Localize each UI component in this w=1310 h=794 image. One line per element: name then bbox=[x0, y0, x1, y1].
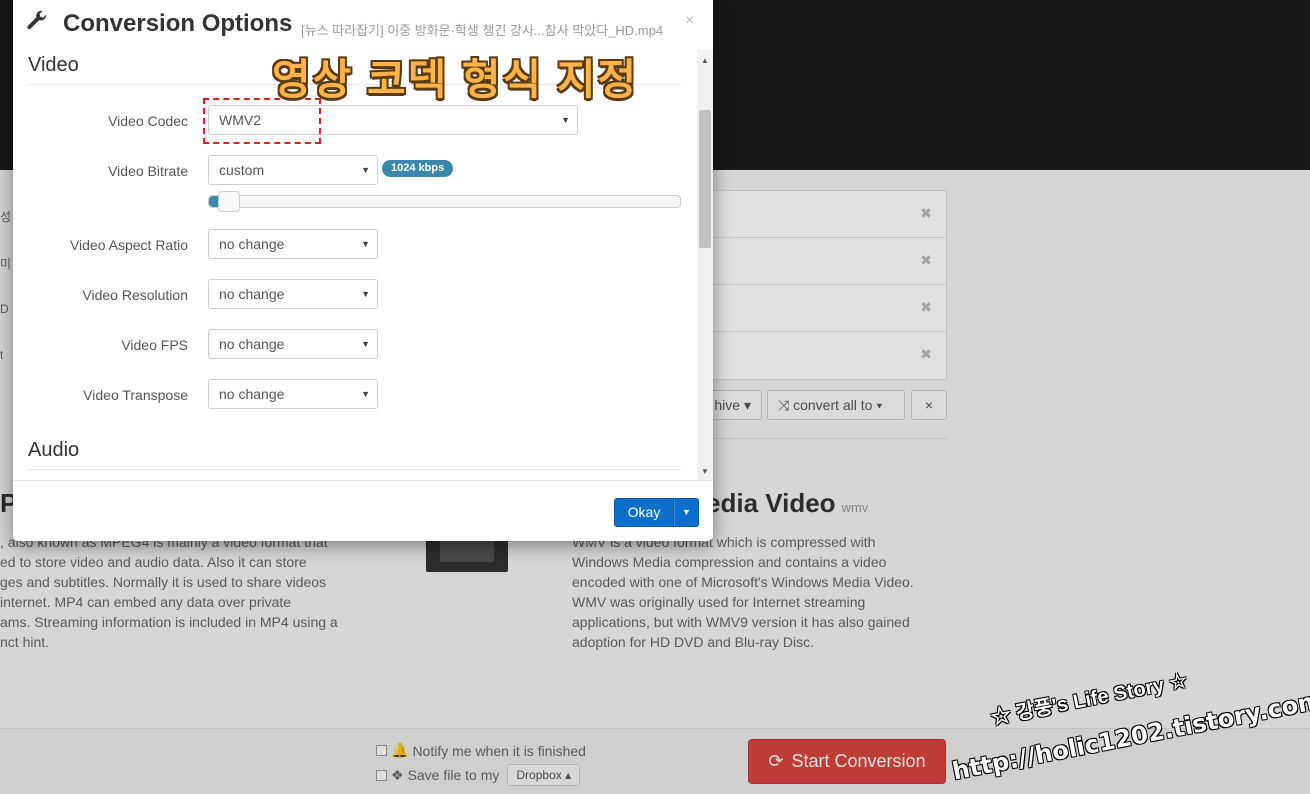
slider-handle[interactable] bbox=[218, 191, 240, 212]
bitrate-badge: 1024 kbps bbox=[382, 160, 454, 177]
video-section-title: Video bbox=[28, 54, 79, 76]
video-fps-select[interactable]: no change ▼ bbox=[208, 329, 378, 359]
caret-down-icon: ▼ bbox=[361, 339, 370, 349]
wrench-icon bbox=[27, 10, 47, 30]
video-resolution-label: Video Resolution bbox=[82, 287, 188, 303]
caret-down-icon: ▼ bbox=[361, 289, 370, 299]
scroll-up-icon[interactable]: ▲ bbox=[701, 56, 709, 65]
modal-footer: Okay ▼ bbox=[13, 480, 713, 541]
video-fps-label: Video FPS bbox=[121, 337, 188, 353]
video-codec-label: Video Codec bbox=[108, 113, 188, 129]
video-transpose-label: Video Transpose bbox=[83, 387, 188, 403]
video-transpose-select[interactable]: no change ▼ bbox=[208, 379, 378, 409]
modal-title: Conversion Options bbox=[63, 10, 293, 37]
scroll-down-icon[interactable]: ▼ bbox=[701, 467, 709, 476]
caret-down-icon: ▼ bbox=[682, 507, 691, 517]
caret-down-icon: ▼ bbox=[361, 239, 370, 249]
okay-dropdown-toggle[interactable]: ▼ bbox=[674, 498, 699, 527]
caret-down-icon: ▼ bbox=[361, 389, 370, 399]
okay-button[interactable]: Okay bbox=[614, 498, 674, 527]
video-resolution-select[interactable]: no change ▼ bbox=[208, 279, 378, 309]
video-aspect-select[interactable]: no change ▼ bbox=[208, 229, 378, 259]
modal-header: Conversion Options [뉴스 따라잡기] 이중 방화문·학생 챙… bbox=[13, 0, 713, 50]
annotation-text: 영상 코덱 형식 지정 bbox=[272, 56, 639, 103]
divider bbox=[28, 469, 681, 470]
modal-body: Video Video Codec WMV2 ▼ Video Bitrate c… bbox=[13, 50, 713, 480]
caret-down-icon: ▼ bbox=[561, 115, 570, 125]
video-aspect-label: Video Aspect Ratio bbox=[69, 237, 188, 253]
video-bitrate-label: Video Bitrate bbox=[108, 163, 188, 179]
bitrate-slider[interactable] bbox=[208, 191, 681, 212]
close-icon[interactable]: × bbox=[685, 12, 694, 30]
audio-section-title: Audio bbox=[28, 439, 80, 461]
caret-down-icon: ▼ bbox=[361, 165, 370, 175]
okay-button-group: Okay ▼ bbox=[614, 498, 699, 527]
scroll-thumb[interactable] bbox=[699, 110, 711, 248]
modal-filename: [뉴스 따라잡기] 이중 방화문·학생 챙긴 강사...참사 막았다_HD.mp… bbox=[301, 23, 664, 38]
video-bitrate-select[interactable]: custom ▼ bbox=[208, 155, 378, 185]
modal-scrollbar[interactable]: ▲ ▼ bbox=[697, 50, 713, 480]
